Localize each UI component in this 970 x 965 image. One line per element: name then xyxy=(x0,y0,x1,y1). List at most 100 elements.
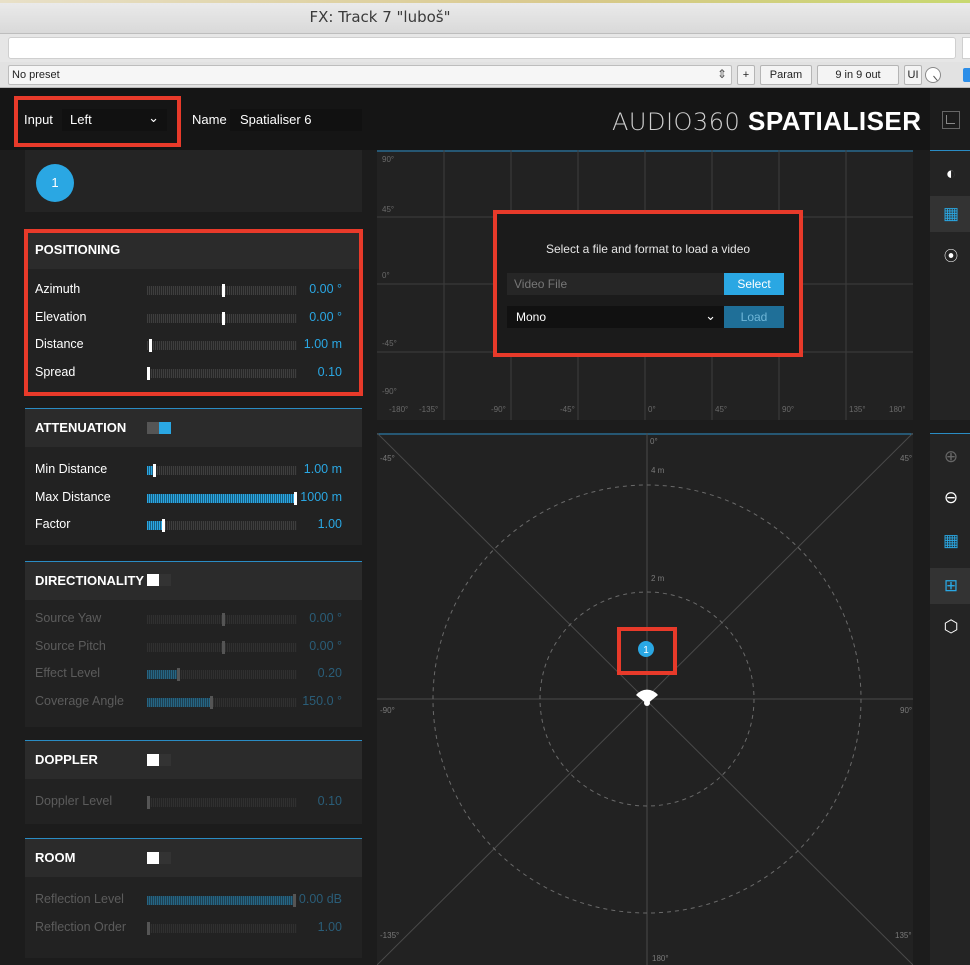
param-value[interactable]: 1.00 xyxy=(318,920,342,934)
param-slider[interactable] xyxy=(147,613,297,626)
io-routing-button[interactable]: 9 in 9 out xyxy=(817,65,899,85)
focus-target-icon[interactable]: ⦿ xyxy=(941,246,961,266)
host-toolbar xyxy=(0,34,970,62)
param-row: Doppler Level 0.10 xyxy=(25,788,362,816)
slider-thumb[interactable] xyxy=(177,668,180,681)
bypass-checkbox[interactable] xyxy=(963,68,970,82)
toggle-knob xyxy=(147,852,159,864)
param-row: Reflection Order 1.00 xyxy=(25,914,362,942)
load-button[interactable]: Load xyxy=(724,306,784,328)
grid-icon[interactable]: ▦ xyxy=(941,531,961,551)
param-slider[interactable] xyxy=(147,311,297,325)
slider-thumb[interactable] xyxy=(147,366,150,380)
param-value[interactable]: 0.00 ° xyxy=(309,639,342,653)
slider-thumb[interactable] xyxy=(147,796,150,809)
param-value[interactable]: 0.10 xyxy=(318,794,342,808)
input-dropdown[interactable]: Left ⌄ xyxy=(62,109,167,131)
doppler-toggle[interactable] xyxy=(147,754,171,766)
radar-top-label: 0° xyxy=(650,437,658,446)
radar-view[interactable]: 0° 4 m 2 m -45° 45° -90° 90° -135° 135° … xyxy=(377,433,913,965)
slider-thumb[interactable] xyxy=(293,894,296,907)
host-side-field[interactable] xyxy=(962,37,970,59)
slider-fill xyxy=(147,521,162,530)
toggle-knob xyxy=(147,574,159,586)
directionality-header: DIRECTIONALITY xyxy=(25,562,362,600)
logo-audio360: AUDIO360 xyxy=(612,108,741,136)
export-icon[interactable] xyxy=(942,111,960,129)
param-slider[interactable] xyxy=(147,796,297,809)
host-text-field[interactable] xyxy=(8,37,956,59)
wet-knob-icon[interactable] xyxy=(925,67,941,83)
room-toggle[interactable] xyxy=(147,852,171,864)
slider-thumb[interactable] xyxy=(210,695,213,709)
param-slider[interactable] xyxy=(147,519,297,532)
param-label: Source Yaw xyxy=(35,611,102,625)
preset-value: No preset xyxy=(12,69,60,81)
param-value[interactable]: 0.00 ° xyxy=(309,611,342,625)
contrast-icon[interactable]: ◐ xyxy=(941,164,961,184)
param-value[interactable]: 0.00 dB xyxy=(299,892,342,906)
zoom-out-icon[interactable]: ⊖ xyxy=(941,488,961,508)
param-slider[interactable] xyxy=(147,464,297,477)
dots-grid-icon[interactable]: ⊞ xyxy=(941,576,961,596)
param-slider[interactable] xyxy=(147,668,297,681)
slider-thumb[interactable] xyxy=(222,311,225,325)
select-button[interactable]: Select xyxy=(724,273,784,295)
preset-bar: No preset ⇕ + Param 9 in 9 out UI xyxy=(0,62,970,88)
ring-label-4m: 4 m xyxy=(651,466,665,475)
slider-thumb[interactable] xyxy=(153,464,156,477)
param-value[interactable]: 1.00 xyxy=(318,517,342,531)
param-value[interactable]: 1.00 m xyxy=(304,462,342,476)
attenuation-toggle[interactable] xyxy=(147,422,171,434)
param-value[interactable]: 0.20 xyxy=(318,666,342,680)
doppler-title: DOPPLER xyxy=(35,752,98,767)
param-row: Source Yaw 0.00 ° xyxy=(25,605,362,633)
param-label: Effect Level xyxy=(35,666,101,680)
param-slider[interactable] xyxy=(147,894,297,907)
param-slider[interactable] xyxy=(147,695,297,709)
radar-tr-label: 45° xyxy=(900,454,912,463)
slider-fill xyxy=(147,493,297,503)
video-file-input[interactable]: Video File xyxy=(507,273,724,295)
chevron-down-icon: ⌄ xyxy=(705,308,716,323)
add-preset-button[interactable]: + xyxy=(737,65,755,85)
room-rows: Reflection Level 0.00 dB Reflection Order 1… xyxy=(25,877,362,941)
slider-thumb[interactable] xyxy=(222,284,225,297)
slider-thumb[interactable] xyxy=(294,491,297,505)
zoom-in-icon[interactable]: ⊕ xyxy=(941,447,961,467)
name-input[interactable]: Spatialiser 6 xyxy=(230,109,362,131)
ring-label-2m: 2 m xyxy=(651,574,665,583)
param-slider[interactable] xyxy=(147,491,297,505)
param-label: Spread xyxy=(35,364,76,379)
param-slider[interactable] xyxy=(147,640,297,654)
param-value[interactable]: 150.0 ° xyxy=(302,694,342,708)
param-row: Max Distance 1000 m xyxy=(25,484,362,512)
param-value[interactable]: 0.10 xyxy=(318,365,342,379)
source-1-button[interactable]: 1 xyxy=(36,164,74,202)
slider-thumb[interactable] xyxy=(149,339,152,352)
param-button[interactable]: Param xyxy=(760,65,812,85)
grid-x-label: 0° xyxy=(648,405,656,414)
radar-bottom-label: 180° xyxy=(652,954,669,963)
param-slider[interactable] xyxy=(147,284,297,297)
param-value[interactable]: 1.00 m xyxy=(304,337,342,351)
param-slider[interactable] xyxy=(147,921,297,935)
ui-button[interactable]: UI xyxy=(904,65,922,85)
grid-icon[interactable]: ▦ xyxy=(941,204,961,224)
param-value[interactable]: 0.00 ° xyxy=(309,282,342,296)
logo-spatialiser: SPATIALISER xyxy=(747,106,922,136)
format-dropdown[interactable]: Mono ⌄ xyxy=(507,306,724,328)
param-value[interactable]: 1000 m xyxy=(300,490,342,504)
source-1-marker[interactable]: 1 xyxy=(638,641,654,657)
slider-thumb[interactable] xyxy=(162,519,165,532)
slider-thumb[interactable] xyxy=(222,613,225,626)
param-slider[interactable] xyxy=(147,366,297,380)
slider-thumb[interactable] xyxy=(222,640,225,654)
slider-thumb[interactable] xyxy=(147,921,150,935)
preset-dropdown[interactable]: No preset ⇕ xyxy=(8,65,732,85)
directionality-toggle[interactable] xyxy=(147,574,171,586)
grid-y-label: -45° xyxy=(382,339,397,348)
param-slider[interactable] xyxy=(147,339,297,352)
cube-icon[interactable]: ⬡ xyxy=(941,617,961,637)
param-value[interactable]: 0.00 ° xyxy=(309,310,342,324)
